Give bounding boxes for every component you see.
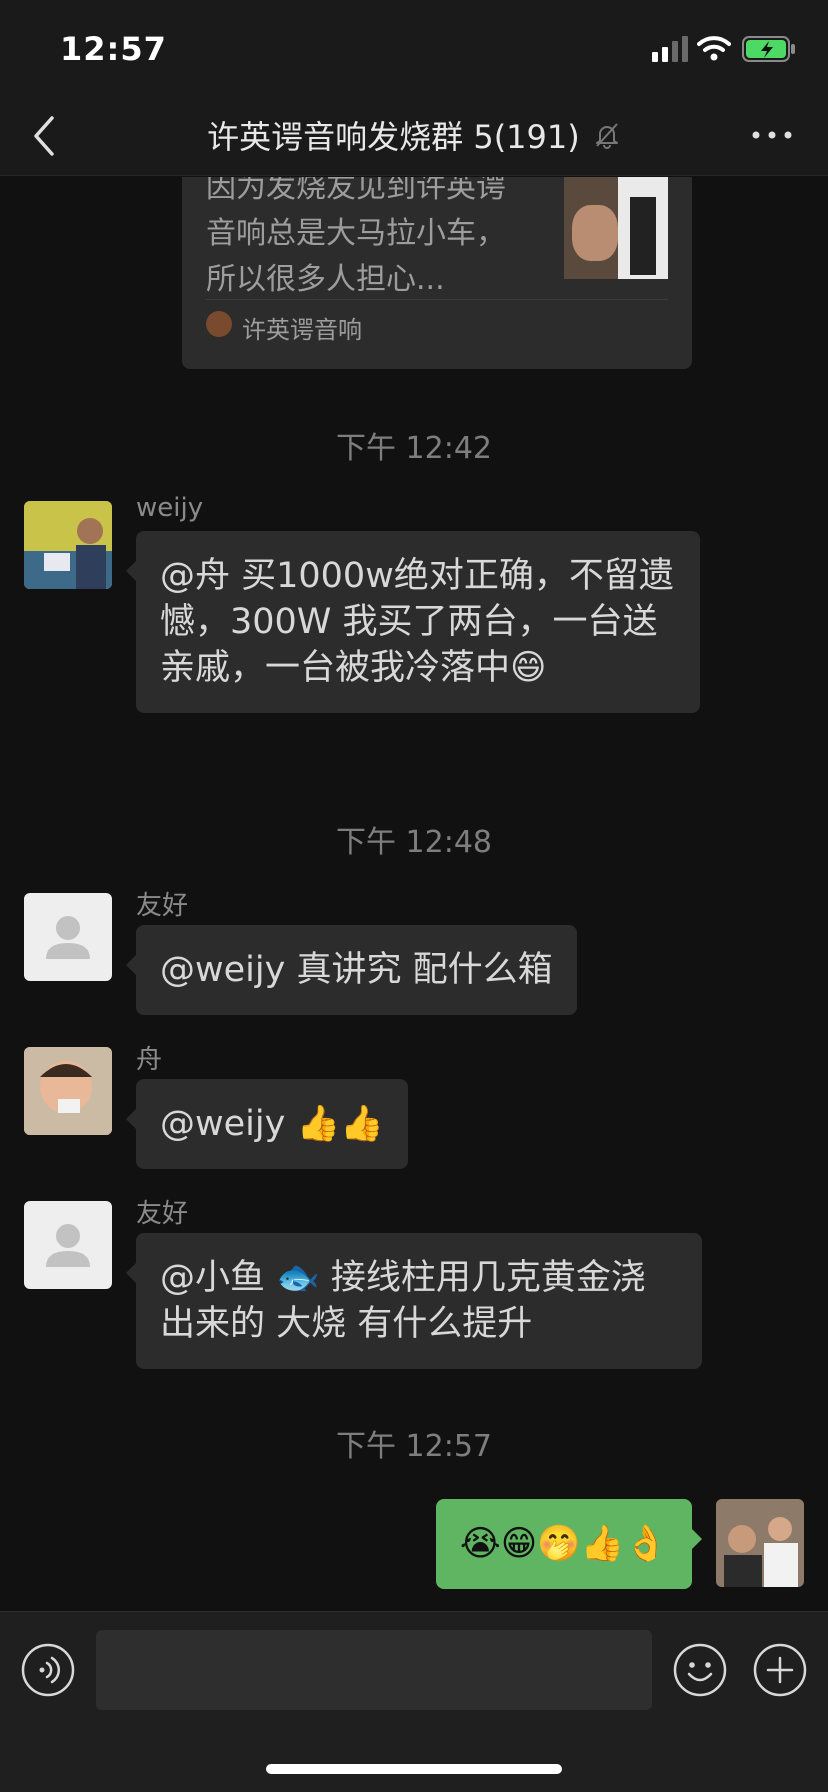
- shared-article-card[interactable]: 因为发烧友见到许英谔音响总是大马拉小车，所以很多人担心... 许英谔音响: [182, 177, 692, 369]
- card-thumbnail: [564, 177, 668, 279]
- message-bubble[interactable]: @小鱼 🐟 接线柱用几克黄金浇出来的 大烧 有什么提升: [126, 1233, 702, 1369]
- avatar-weijy[interactable]: [24, 501, 112, 589]
- message-bubble-self[interactable]: 😭😁🤭👍👌: [435, 1499, 703, 1589]
- sender-name: 友好: [136, 1199, 189, 1229]
- add-icon[interactable]: [752, 1642, 808, 1698]
- more-options-icon[interactable]: [750, 120, 794, 150]
- avatar-default-icon[interactable]: [24, 893, 112, 981]
- chat-title: 许英谔音响发烧群 5(191): [207, 118, 580, 156]
- message-bubble[interactable]: @weijy 👍👍: [126, 1079, 408, 1169]
- avatar-zhou[interactable]: [24, 1047, 112, 1135]
- cellular-signal-icon: [652, 36, 688, 62]
- home-indicator: [266, 1764, 562, 1774]
- emoji-icon[interactable]: [672, 1642, 728, 1698]
- message-bubble[interactable]: @weijy 真讲究 配什么箱: [126, 925, 577, 1015]
- timestamp: 下午 12:57: [336, 1429, 492, 1464]
- timestamp: 下午 12:48: [336, 825, 492, 860]
- card-divider: [206, 299, 668, 300]
- nav-title-wrap: 许英谔音响发烧群 5(191): [0, 112, 828, 158]
- wifi-icon: [697, 36, 731, 61]
- status-bar: 12:57: [0, 0, 828, 96]
- input-bar: [0, 1611, 828, 1792]
- mute-bell-icon: [595, 123, 618, 149]
- chat-area[interactable]: 因为发烧友见到许英谔音响总是大马拉小车，所以很多人担心... 许英谔音响 下午 …: [0, 177, 828, 1611]
- source-avatar-icon: [206, 311, 232, 337]
- sender-name: weijy: [136, 493, 204, 523]
- status-time: 12:57: [60, 30, 167, 68]
- card-description: 因为发烧友见到许英谔音响总是大马拉小车，所以很多人担心...: [206, 177, 506, 297]
- timestamp: 下午 12:42: [336, 431, 492, 466]
- avatar-default-icon[interactable]: [24, 1201, 112, 1289]
- sender-name: 友好: [136, 891, 189, 921]
- card-source: 许英谔音响: [242, 316, 362, 344]
- voice-input-icon[interactable]: [20, 1642, 76, 1698]
- avatar-self[interactable]: [716, 1499, 804, 1587]
- message-bubble[interactable]: @舟 买1000w绝对正确，不留遗憾，300W 我买了两台，一台送亲戚，一台被我…: [126, 531, 700, 713]
- message-input[interactable]: [96, 1630, 652, 1710]
- nav-bar: 许英谔音响发烧群 5(191): [0, 96, 828, 176]
- battery-charging-icon: [742, 36, 795, 62]
- sender-name: 舟: [136, 1045, 163, 1075]
